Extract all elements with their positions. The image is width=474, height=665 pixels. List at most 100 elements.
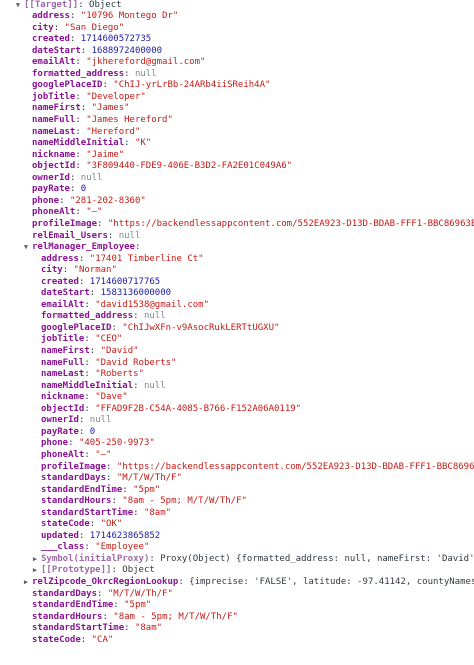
separator: : [89, 288, 101, 299]
property-key: phoneAlt [32, 207, 76, 218]
property-key: ownerId [41, 415, 79, 426]
property-key: nameMiddleInitial [32, 138, 125, 149]
property-row: address: "17401 Timberline Ct" [0, 254, 474, 266]
property-row: dateStart: 1583136000000 [0, 288, 474, 300]
property-key: nameLast [41, 369, 85, 380]
property-key: standardHours [32, 611, 103, 622]
property-value: Object [122, 565, 155, 576]
property-row: relEmail_Users: null [0, 231, 474, 243]
property-row: formatted_address: null [0, 311, 474, 323]
property-row: nameFirst: "James" [0, 103, 474, 115]
separator: : [78, 253, 90, 264]
property-value: "405-250-9973" [78, 438, 155, 449]
property-key: formatted_address [32, 68, 125, 79]
separator: : [68, 438, 79, 449]
property-row: standardStartTime: "8am" [0, 508, 474, 520]
disclosure-expanded-icon[interactable]: ▼ [14, 0, 22, 11]
expandable-row[interactable]: ▶ Symbol(initialProxy): Proxy(Object) {fo… [0, 554, 474, 566]
property-row: standardStartTime: "8am" [0, 623, 474, 635]
separator: : [78, 276, 90, 287]
property-row: jobTitle: "CEO" [0, 334, 474, 346]
property-key: standardDays [32, 588, 98, 599]
property-row: nameLast: "Hereford" [0, 127, 474, 139]
property-value: "Norman" [73, 265, 117, 276]
property-row: stateCode: "OK" [0, 519, 474, 531]
property-key: emailAlt [41, 299, 85, 310]
property-row: standardEndTime: "5pm" [0, 485, 474, 497]
property-row: nameMiddleInitial: "K" [0, 138, 474, 150]
property-value: "Roberts" [95, 369, 144, 380]
property-value: "17401 Timberline Ct" [89, 253, 204, 264]
property-row: jobTitle: "Developer" [0, 92, 474, 104]
expandable-row[interactable]: ▼ relManager_Employee: [0, 242, 474, 254]
property-row: address: "10796 Montego Dr" [0, 11, 474, 23]
property-key: relManager_Employee [32, 242, 135, 253]
property-row: city: "Norman" [0, 265, 474, 277]
property-row: googlePlaceID: "ChIJwXFn-v9AsocRukLERTtU… [0, 323, 474, 335]
expandable-row[interactable]: ▶ relZipcode_OkrcRegionLookup: {imprecise… [0, 577, 474, 589]
property-value: "CA" [91, 634, 114, 645]
separator: : [80, 634, 92, 645]
disclosure-collapsed-icon[interactable]: ▶ [22, 577, 30, 589]
separator: : [97, 218, 108, 229]
property-key: payRate [32, 184, 70, 195]
separator: : [84, 392, 96, 403]
property-key: Symbol(initialProxy) [41, 553, 150, 564]
property-value: "ChIJ-yrLrBb-24ARb4iiSReih4A" [113, 80, 271, 91]
property-key: address [41, 253, 79, 264]
separator: : [69, 184, 81, 195]
property-value: "5pm" [133, 484, 161, 495]
separator: : [84, 299, 96, 310]
expandable-row[interactable]: ▶ [[Prototype]]: Object [0, 565, 474, 577]
property-row: ownerId: null [0, 173, 474, 185]
separator: : [84, 357, 96, 368]
separator: : [84, 403, 96, 414]
separator: : [75, 161, 87, 172]
property-key: city [32, 22, 54, 33]
property-value: "10796 Montego Dr" [80, 11, 179, 22]
property-value: "david1538@gmail.com" [95, 299, 209, 310]
separator: : [122, 484, 134, 495]
disclosure-expanded-icon[interactable]: ▼ [22, 242, 30, 254]
separator: : [149, 553, 161, 564]
property-value: "OK" [100, 519, 123, 530]
property-row: stateCode: "CA" [0, 635, 474, 647]
property-key: formatted_address [41, 311, 134, 322]
property-value: "281-202-8360" [69, 195, 146, 206]
property-value: "ChIJwXFn-v9AsocRukLERTtUGXU" [122, 322, 280, 333]
property-value: "FFAD9F2B-C54A-4085-B766-F152A06A0119" [95, 403, 302, 414]
property-row: payRate: 0 [0, 427, 474, 439]
separator: : [75, 149, 87, 160]
disclosure-collapsed-icon[interactable]: ▶ [31, 565, 39, 577]
separator: : [75, 207, 87, 218]
property-value: 1688972400000 [91, 45, 163, 56]
property-row: profileImage: "https://backendlessappcon… [0, 462, 474, 474]
property-row: googlePlaceID: "ChIJ-yrLrBb-24ARb4iiSRei… [0, 80, 474, 92]
property-key: googlePlaceID [41, 322, 112, 333]
separator: : [89, 519, 101, 530]
property-key: created [32, 34, 70, 45]
property-row: phone: "405-250-9973" [0, 438, 474, 450]
property-row: phone: "281-202-8360" [0, 196, 474, 208]
separator: : [69, 172, 81, 183]
property-key: standardDays [41, 473, 107, 484]
property-value: Proxy(Object) {formatted_address: null, … [160, 553, 474, 564]
property-key: nameLast [32, 126, 76, 137]
disclosure-collapsed-icon[interactable]: ▶ [31, 554, 39, 566]
property-row: nickname: "Jaime" [0, 150, 474, 162]
property-key: standardStartTime [41, 507, 134, 518]
separator: : [80, 45, 92, 56]
property-key: address [32, 11, 70, 22]
property-value: null [80, 172, 103, 183]
property-key: nickname [41, 392, 85, 403]
property-row: ownerId: null [0, 415, 474, 427]
property-key: [[Target]] [24, 0, 79, 10]
expandable-row[interactable]: ▼ [[Target]]: Object [0, 0, 474, 11]
property-row: nameFull: "David Roberts" [0, 358, 474, 370]
property-value: "Dave" [95, 392, 128, 403]
property-key: standardEndTime [41, 484, 123, 495]
separator: : [69, 11, 81, 22]
property-row: ___class: "Employee" [0, 542, 474, 554]
separator: : [78, 415, 90, 426]
property-value: "CEO" [95, 334, 123, 345]
